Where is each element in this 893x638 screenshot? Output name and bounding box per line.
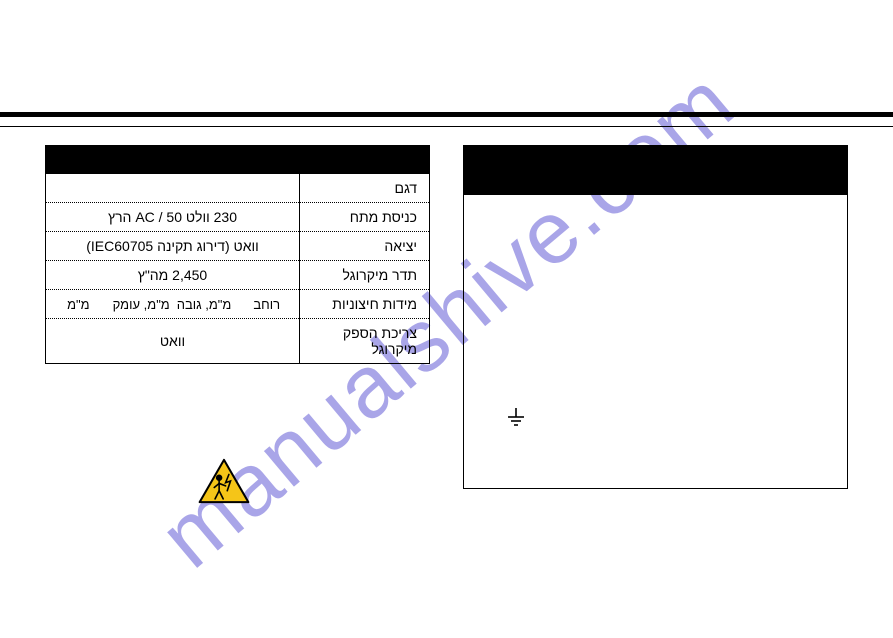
spec-value-dimensions: רוחב מ"מ, גובה מ"מ, עומק מ"מ xyxy=(46,290,300,319)
spec-value-input: 230 וולט AC / 50 הרץ xyxy=(46,203,300,232)
table-row: תדר מיקרוגל 2,450 מה"ץ xyxy=(46,261,430,290)
rule-thick xyxy=(0,112,893,117)
spec-label-dimensions: מידות חיצוניות xyxy=(300,290,430,319)
spec-label-consumption: צריכת הספק מיקרוגל xyxy=(300,319,430,364)
grounding-box xyxy=(463,194,848,489)
table-row: מידות חיצוניות רוחב מ"מ, גובה מ"מ, עומק … xyxy=(46,290,430,319)
page: manualshive.com דגם כניסת מתח 230 וולט A… xyxy=(0,0,893,638)
spec-label-output: יציאה xyxy=(300,232,430,261)
dim-depth-value: מ"מ xyxy=(50,297,107,312)
rule-thin xyxy=(0,126,893,127)
grounding-header-bar xyxy=(463,145,848,195)
spec-value-frequency: 2,450 מה"ץ xyxy=(46,261,300,290)
table-row: צריכת הספק מיקרוגל וואט xyxy=(46,319,430,364)
specs-header-bar xyxy=(45,145,430,173)
spec-label-input: כניסת מתח xyxy=(300,203,430,232)
grounding-column xyxy=(463,145,848,489)
table-row: דגם xyxy=(46,174,430,203)
spec-value-model xyxy=(46,174,300,203)
spec-label-model: דגם xyxy=(300,174,430,203)
spec-value-output: וואט (דירוג תקינה IEC60705) xyxy=(46,232,300,261)
electric-shock-warning-icon xyxy=(198,458,250,504)
specs-table: דגם כניסת מתח 230 וולט AC / 50 הרץ יציאה… xyxy=(45,173,430,364)
table-row: כניסת מתח 230 וולט AC / 50 הרץ xyxy=(46,203,430,232)
spec-value-consumption: וואט xyxy=(46,319,300,364)
specs-column: דגם כניסת מתח 230 וולט AC / 50 הרץ יציאה… xyxy=(45,145,430,364)
dim-width-label: רוחב xyxy=(238,297,295,312)
spec-label-frequency: תדר מיקרוגל xyxy=(300,261,430,290)
table-row: יציאה וואט (דירוג תקינה IEC60705) xyxy=(46,232,430,261)
dim-width-value: מ"מ, גובה xyxy=(176,297,233,312)
dim-height-value: מ"מ, עומק xyxy=(113,297,170,312)
earth-ground-symbol-icon xyxy=(506,408,526,433)
